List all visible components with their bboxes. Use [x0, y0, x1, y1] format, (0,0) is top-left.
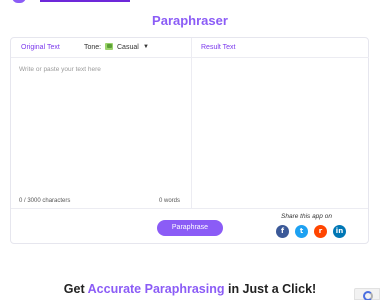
recaptcha-badge[interactable] — [354, 288, 380, 300]
reddit-icon[interactable]: r — [314, 225, 327, 238]
nav-indicator — [40, 0, 130, 2]
recaptcha-icon — [363, 291, 373, 300]
result-panel-header: Result Text — [191, 38, 369, 58]
footer-divider — [11, 208, 368, 209]
character-count: 0 / 3000 characters — [19, 198, 71, 204]
paraphraser-card: Original Text Tone: Casual ▼ Result Text… — [10, 37, 369, 244]
section-headline: Get Accurate Paraphrasing in Just a Clic… — [0, 282, 380, 296]
tone-select[interactable]: Casual — [117, 44, 139, 51]
tab-original-text[interactable]: Original Text — [21, 44, 60, 51]
panel-divider — [191, 38, 192, 208]
word-count: 0 words — [159, 198, 181, 204]
share-icons: f t r in — [276, 225, 348, 239]
linkedin-icon[interactable]: in — [333, 225, 346, 238]
original-panel-header: Original Text Tone: Casual ▼ — [11, 38, 191, 58]
tone-label: Tone: — [84, 44, 102, 51]
original-text-input[interactable] — [19, 66, 184, 196]
chevron-down-icon[interactable]: ▼ — [143, 44, 149, 50]
paraphrase-button[interactable]: Paraphrase — [157, 220, 223, 236]
headline-suffix: in Just a Click! — [224, 282, 317, 296]
page-title: Paraphraser — [152, 13, 228, 28]
tab-result-text[interactable]: Result Text — [201, 44, 236, 51]
top-navbar — [0, 0, 380, 3]
headline-accent: Accurate Paraphrasing — [87, 282, 225, 296]
casual-tone-icon — [105, 43, 113, 50]
share-label: Share this app on — [281, 213, 332, 220]
facebook-icon[interactable]: f — [276, 225, 289, 238]
headline-prefix: Get — [63, 282, 88, 296]
logo-icon[interactable] — [12, 0, 26, 3]
twitter-icon[interactable]: t — [295, 225, 308, 238]
